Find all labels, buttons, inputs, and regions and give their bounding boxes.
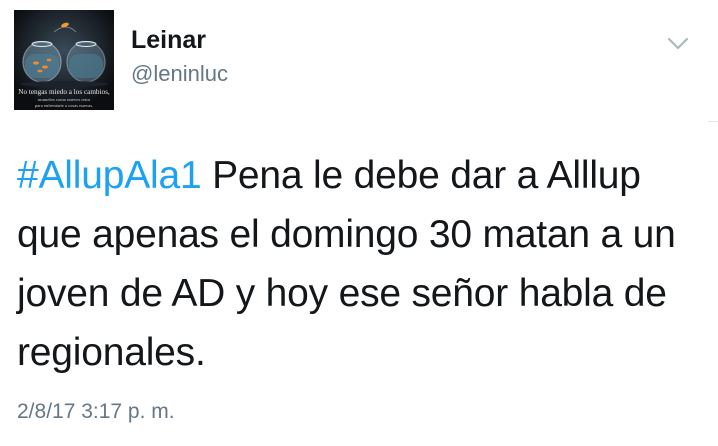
avatar-caption: No tengas miedo a los cambios, asumelos … xyxy=(14,88,114,108)
user-handle[interactable]: @leninluc xyxy=(131,63,228,85)
tweet-timestamp[interactable]: 2/8/17 3:17 p. m. xyxy=(17,401,175,422)
avatar-caption-line3: para enfrentarte a cosas nuevas. xyxy=(34,102,94,108)
chevron-down-icon[interactable] xyxy=(665,34,691,54)
tweet-card: No tengas miedo a los cambios, asumelos … xyxy=(0,0,718,446)
display-name[interactable]: Leinar xyxy=(131,28,206,53)
avatar[interactable]: No tengas miedo a los cambios, asumelos … xyxy=(14,10,114,110)
avatar-caption-line1: No tengas miedo a los cambios, xyxy=(18,88,110,96)
hashtag-link[interactable]: #AllupAla1 xyxy=(17,154,202,197)
divider xyxy=(708,121,718,122)
tweet-text: #AllupAla1 Pena le debe dar a Alllup que… xyxy=(17,146,697,382)
